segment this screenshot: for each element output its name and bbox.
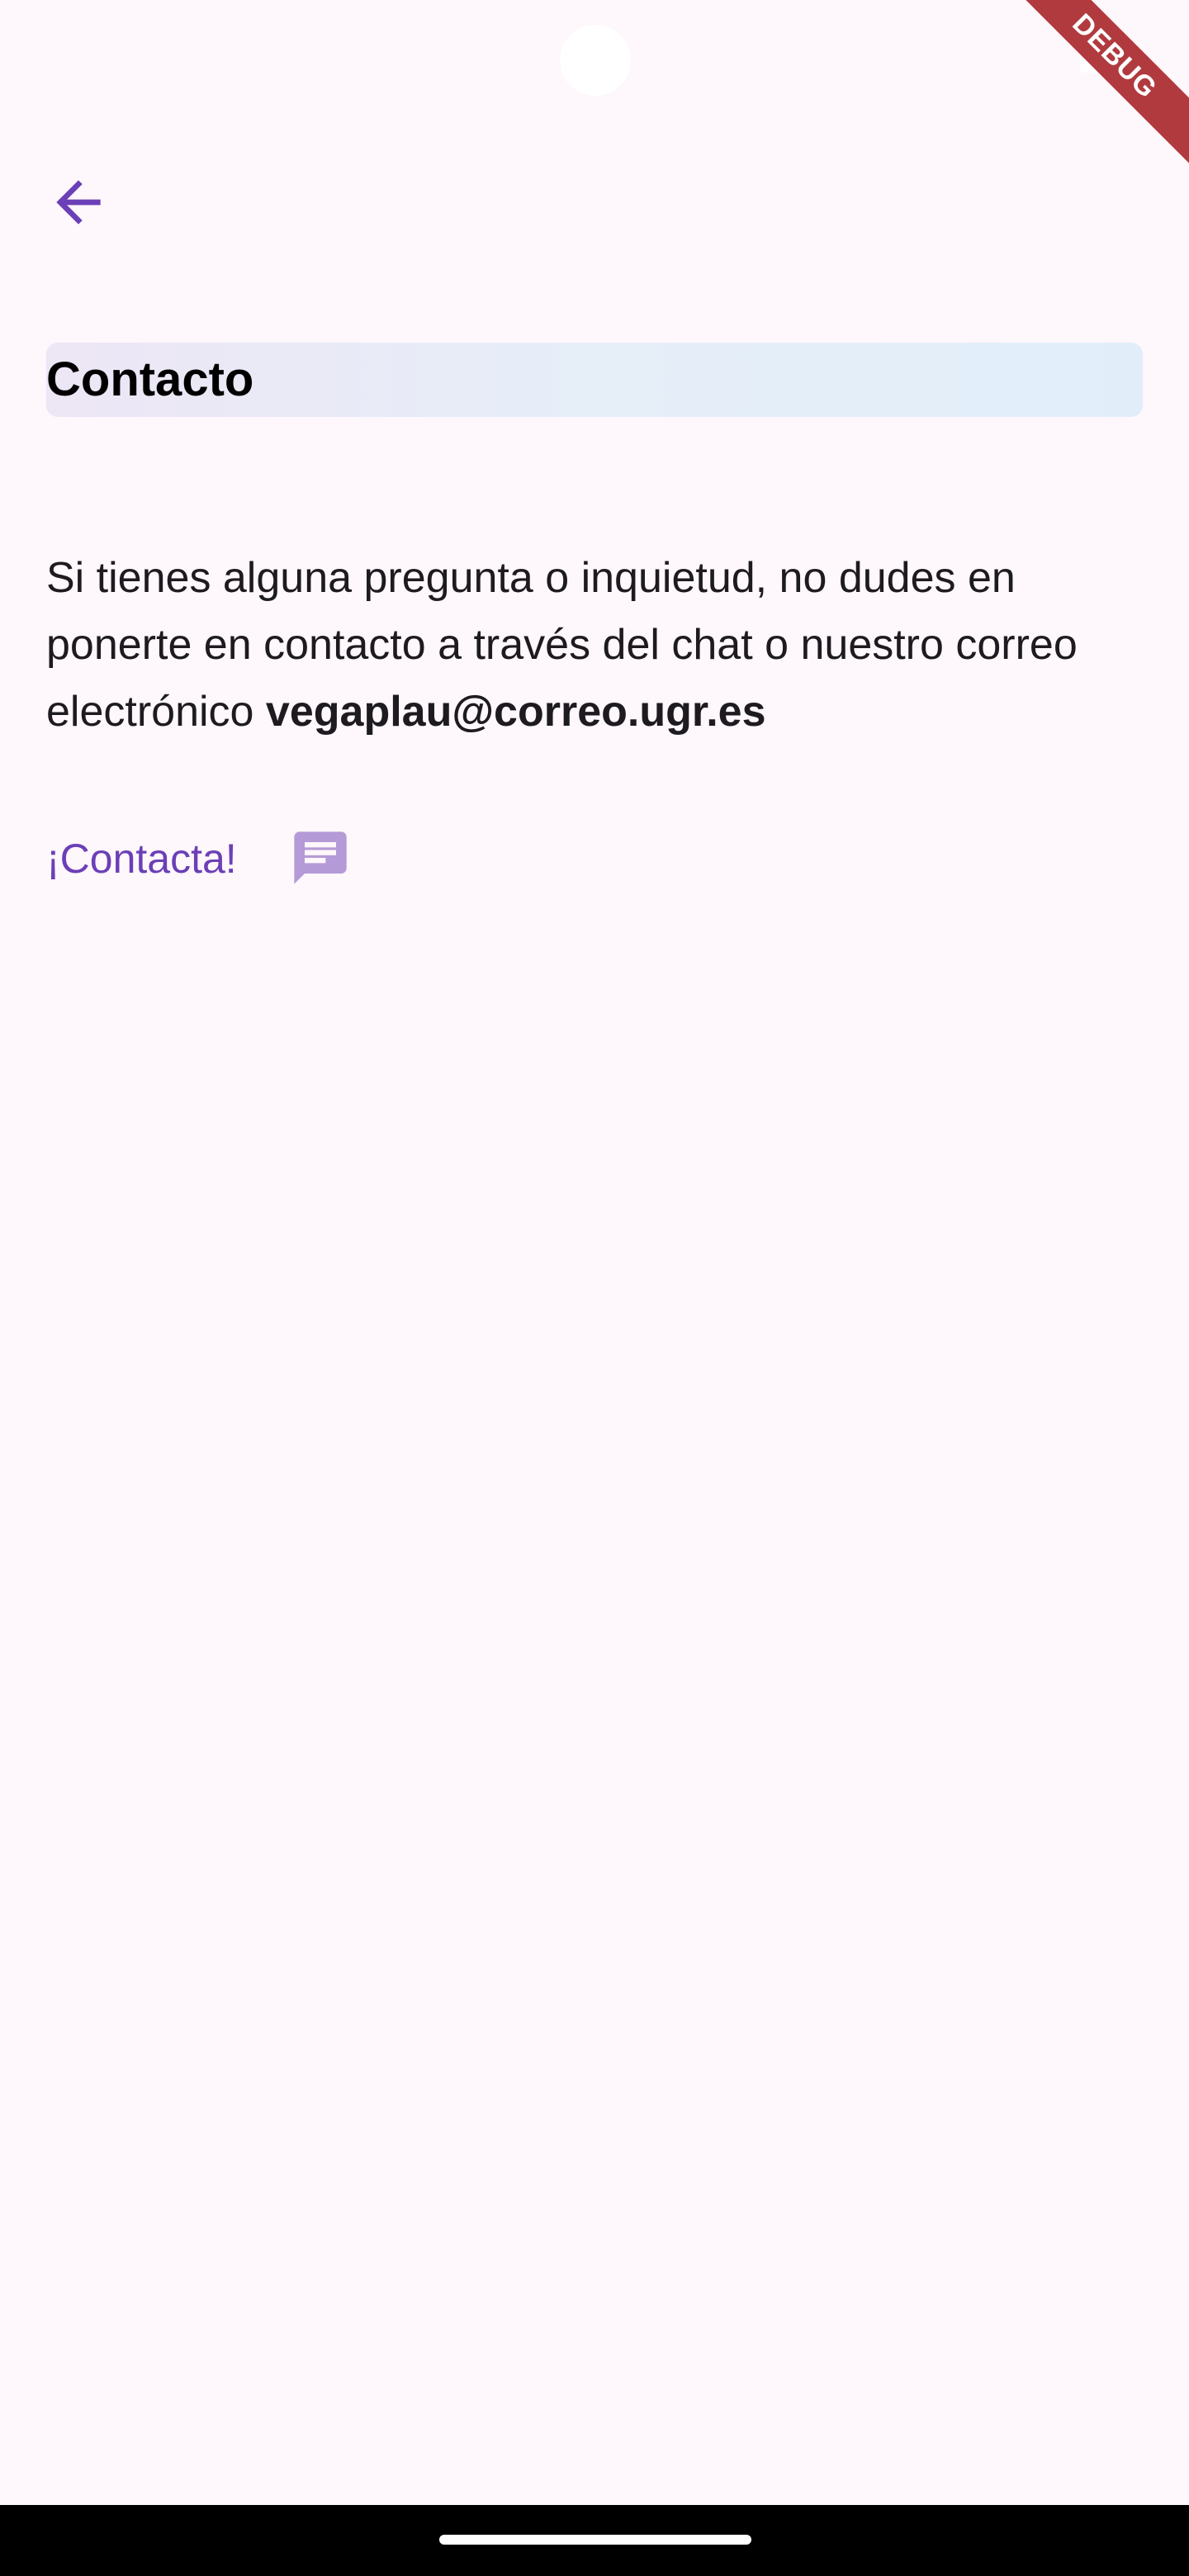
chat-message-icon[interactable] <box>289 826 352 890</box>
contact-email: vegaplau@correo.ugr.es <box>265 688 766 736</box>
back-button[interactable] <box>33 157 124 248</box>
camera-cutout <box>560 25 631 96</box>
arrow-back-icon <box>56 180 101 225</box>
contact-button[interactable]: ¡Contacta! <box>46 826 237 892</box>
status-bar <box>0 0 1189 124</box>
page-title-bar: Contacto <box>46 343 1143 417</box>
home-indicator[interactable] <box>439 2535 751 2545</box>
contact-description: Si tienes alguna pregunta o inquietud, n… <box>46 545 1153 746</box>
page-title: Contacto <box>46 353 254 406</box>
system-navigation-bar <box>0 2505 1189 2576</box>
